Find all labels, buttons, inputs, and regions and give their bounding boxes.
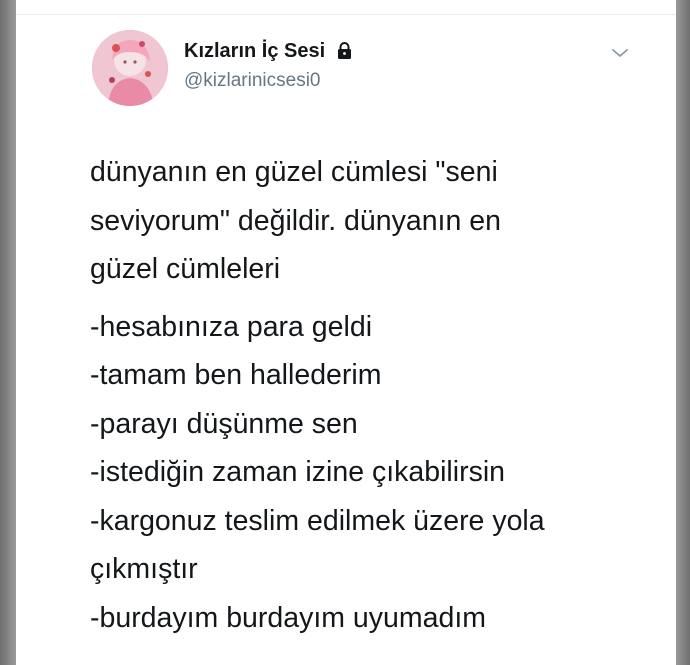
avatar-image — [92, 30, 168, 106]
tweet-line: güzel cümleleri — [90, 253, 281, 285]
divider — [16, 14, 676, 15]
tweet-paragraph-list: -hesabınıza para geldi -tamam ben halled… — [90, 303, 660, 643]
display-name[interactable]: Kızların İç Sesi — [184, 40, 352, 65]
photo-frame-left — [0, 0, 16, 665]
tweet-line: seviyorum" değildir. dünyanın en — [90, 204, 501, 237]
tweet-line: -istediğin zaman izine çıkabilirsin — [90, 456, 506, 488]
display-name-text[interactable]: Kızların İç Sesi — [184, 40, 325, 62]
tweet-line: -kargonuz teslim edilmek üzere yola — [90, 504, 545, 537]
chevron-down-icon[interactable] — [610, 46, 630, 60]
tweet-line: -tamam ben hallederim — [90, 359, 382, 391]
tweet-text: dünyanın en güzel cümlesi "seni seviyoru… — [90, 148, 660, 642]
photo-frame-right — [676, 0, 690, 665]
tweet-line: -hesabınıza para geldi — [90, 310, 373, 343]
tweet-line: dünyanın en güzel cümlesi "seni — [90, 156, 498, 188]
user-handle[interactable]: @kizlarinicsesi0 — [184, 70, 321, 92]
tweet-card: Kızların İç Sesi @kizlarinicsesi0 dünyan… — [16, 0, 676, 665]
tweet-line: -burdayım burdayım uyumadım — [90, 601, 486, 634]
tweet-paragraph-intro: dünyanın en güzel cümlesi "seni seviyoru… — [90, 148, 660, 294]
tweet-line: çıkmıştır — [90, 553, 198, 585]
avatar[interactable] — [92, 30, 168, 106]
tweet-line: -parayı düşünme sen — [90, 407, 358, 440]
lock-icon — [337, 42, 352, 65]
